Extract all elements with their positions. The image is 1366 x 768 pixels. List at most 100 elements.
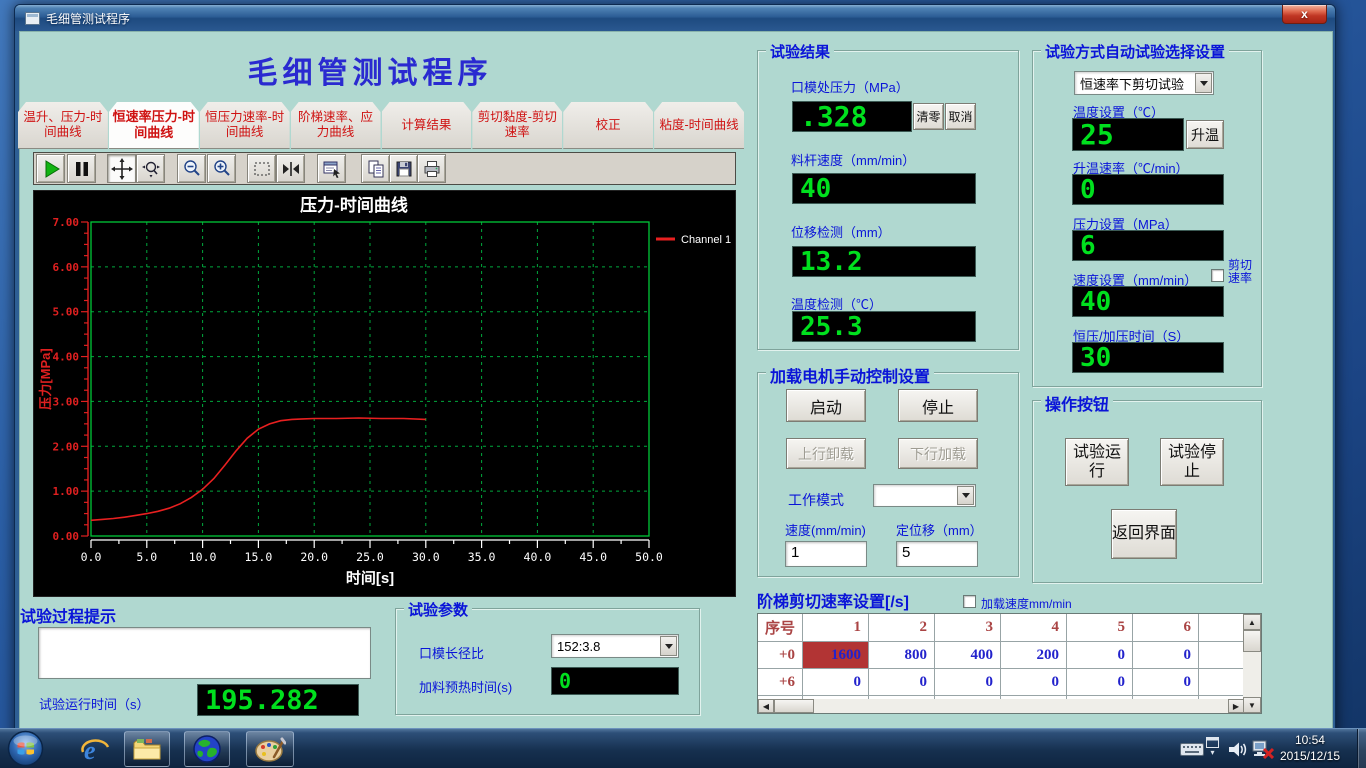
heat-up-button[interactable]: 升温 [1186,120,1224,149]
scroll-down-icon[interactable]: ▼ [1243,697,1261,713]
table-cell[interactable]: 0 [1067,642,1133,669]
tab-6[interactable]: 剪切黏度-剪切速率 [472,102,562,149]
target-disp-input[interactable]: 5 [896,541,978,567]
table-cell[interactable]: 400 [935,642,1001,669]
pressure-time-chart[interactable]: 压力-时间曲线0.001.002.003.004.005.006.007.000… [33,190,736,597]
table-cell[interactable]: 0 [935,669,1001,696]
start-button[interactable] [7,730,44,768]
svg-text:20.0: 20.0 [300,550,328,564]
stop-button[interactable]: 停止 [898,389,978,422]
table-header-cell: 序号 [758,614,803,642]
chevron-down-icon[interactable] [1195,73,1212,93]
tab-1[interactable]: 温升、压力-时间曲线 [18,102,108,149]
tray-clock[interactable]: 10:54 2015/12/15 [1280,732,1340,764]
table-cell[interactable]: 0 [1133,642,1199,669]
test-mode-dropdown[interactable]: 恒速率下剪切试验 [1074,71,1214,95]
step-rate-grid: 序号123456+0160080040020000+6000000+12 [758,614,1244,700]
process-hint-box[interactable] [38,627,371,679]
show-hidden-icons[interactable]: ▾ [1206,737,1219,757]
work-mode-dropdown[interactable] [873,484,976,507]
up-unload-button[interactable]: 上行卸载 [786,438,866,469]
run-test-button[interactable]: 试验运行 [1065,438,1129,486]
load-speed-checkbox[interactable] [963,595,976,608]
svg-text:25.0: 25.0 [356,550,384,564]
zoom-in-button[interactable] [207,154,236,183]
ie-button[interactable]: e [72,733,118,766]
tab-2[interactable]: 恒速率压力-时间曲线 [109,102,199,149]
copy-button[interactable] [361,154,390,183]
title-bar[interactable]: 毛细管测试程序 x [15,5,1335,31]
table-cell[interactable] [1199,642,1244,669]
table-cell[interactable]: 0 [1067,669,1133,696]
die-pressure-label: 口模处压力（MPa） [791,77,909,96]
pause-button[interactable] [67,154,96,183]
table-cell[interactable]: 1600 [803,642,869,669]
v-scroll-thumb[interactable] [1243,630,1261,652]
chevron-down-icon[interactable] [660,636,677,656]
v-scrollbar[interactable]: ▲ ▼ [1243,614,1261,713]
center-cursor-button[interactable] [276,154,305,183]
table-cell[interactable]: 200 [1001,642,1067,669]
row-label-cell: +6 [758,669,803,696]
keyboard-icon[interactable] [1180,743,1204,756]
manual-speed-input[interactable]: 1 [785,541,867,567]
h-scrollbar[interactable]: ◀ ▶ [758,699,1244,713]
table-cell[interactable]: 0 [869,669,935,696]
tab-label: 恒速率压力-时间曲线 [112,109,196,140]
volume-icon[interactable] [1228,741,1248,758]
zoom-drag-icon [140,158,162,180]
table-cell[interactable]: 0 [1001,669,1067,696]
cancel-button[interactable]: 取消 [945,103,976,130]
zoom-out-button[interactable] [177,154,206,183]
zoom-box-button[interactable] [247,154,276,183]
h-scroll-track[interactable] [814,699,1228,713]
process-hint-label: 试验过程提示 [20,603,116,627]
tab-5[interactable]: 计算结果 [382,102,472,149]
scroll-up-icon[interactable]: ▲ [1243,614,1261,630]
folder-window-button[interactable] [124,731,170,767]
return-button[interactable]: 返回界面 [1111,509,1177,559]
close-button[interactable]: x [1282,5,1327,24]
shear-rate-checkbox[interactable] [1211,269,1224,282]
zoom-drag-button[interactable] [136,154,165,183]
scroll-left-icon[interactable]: ◀ [758,699,774,713]
copy-icon [365,158,387,180]
auto-test-group: 试验方式自动试验选择设置 恒速率下剪切试验 温度设置（℃） 25 升温 升温速率… [1032,50,1262,387]
save-icon [393,158,415,180]
stop-test-button[interactable]: 试验停止 [1160,438,1224,486]
tab-4[interactable]: 阶梯速率、应力曲线 [291,102,381,149]
svg-text:5.0: 5.0 [136,550,157,564]
scroll-right-icon[interactable]: ▶ [1228,699,1244,713]
tab-3[interactable]: 恒压力速率-时间曲线 [200,102,290,149]
clear-button[interactable]: 清零 [913,103,944,130]
play-button[interactable] [36,154,65,183]
chevron-down-icon[interactable] [957,486,974,505]
properties-icon [321,158,343,180]
table-cell[interactable]: 0 [803,669,869,696]
down-load-button[interactable]: 下行加载 [898,438,978,469]
table-cell[interactable]: 800 [869,642,935,669]
properties-button[interactable] [317,154,346,183]
save-button[interactable] [389,154,418,183]
h-scroll-thumb[interactable] [774,699,814,713]
svg-text:5.00: 5.00 [53,306,80,319]
table-cell[interactable]: 0 [1133,669,1199,696]
ram-speed-label: 料杆速度（mm/min） [791,150,915,169]
chart-toolbar [33,152,736,185]
temp-set-display: 25 [1072,118,1184,151]
v-scroll-track[interactable] [1243,652,1261,697]
tab-8[interactable]: 粘度-时间曲线 [654,102,744,149]
folder-icon [132,736,162,762]
start-button[interactable]: 启动 [786,389,866,422]
globe-window-button[interactable] [184,731,230,767]
pan-button[interactable] [107,154,136,183]
table-cell[interactable] [1199,669,1244,696]
print-button[interactable] [417,154,446,183]
page-title: 毛细管测试程序 [180,48,560,92]
die-ratio-dropdown[interactable]: 152:3.8 [551,634,679,658]
show-desktop-button[interactable] [1357,729,1366,768]
network-error-icon[interactable] [1252,740,1274,759]
tab-label: 校正 [596,118,621,133]
tab-7[interactable]: 校正 [563,102,653,149]
paint-window-button[interactable] [246,731,294,767]
